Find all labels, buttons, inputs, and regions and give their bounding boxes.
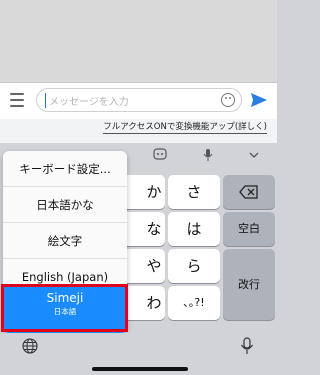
backspace-icon (239, 185, 258, 199)
message-placeholder: メッセージを入力 (49, 97, 129, 108)
space-key[interactable]: 空白 (223, 212, 275, 246)
collapse-keyboard-icon[interactable] (246, 148, 262, 164)
menu-item-keyboard-settings[interactable]: キーボード設定... (3, 151, 127, 187)
key-ra[interactable]: ら (168, 249, 220, 283)
emoji-icon[interactable] (221, 93, 235, 107)
key-sa-label: さ (186, 183, 202, 201)
text-caret (45, 93, 46, 108)
home-indicator[interactable] (92, 367, 188, 371)
menu-icon[interactable] (10, 93, 24, 107)
menu-item-emoji[interactable]: 絵文字 (3, 223, 127, 259)
key-ra-label: ら (186, 257, 202, 275)
backspace-key[interactable] (223, 175, 275, 209)
menu-item-label: 日本語かな (36, 198, 94, 212)
key-punctuation-label: ､｡?! (183, 296, 205, 309)
full-access-link[interactable]: フルアクセスONで変換機能アップ(詳しく) (103, 122, 267, 134)
enter-key-label: 改行 (238, 278, 260, 291)
face-icon[interactable] (152, 148, 168, 164)
globe-icon[interactable] (22, 338, 38, 354)
menu-item-label: English (Japan) (21, 270, 109, 284)
microphone-icon[interactable] (200, 148, 216, 164)
menu-item-label: キーボード設定... (19, 162, 111, 176)
key-sa[interactable]: さ (168, 175, 220, 209)
dictation-mic-icon[interactable] (240, 337, 254, 355)
key-ha[interactable]: は (168, 212, 220, 246)
app-content-area (0, 0, 277, 83)
key-punctuation[interactable]: ､｡?! (168, 286, 220, 320)
key-ha-label: は (186, 220, 202, 238)
message-input[interactable]: メッセージを入力 (36, 88, 242, 112)
send-icon[interactable] (250, 92, 268, 108)
enter-key[interactable]: 改行 (223, 249, 275, 320)
menu-item-label: 絵文字 (47, 234, 83, 248)
space-key-label: 空白 (238, 222, 260, 235)
menu-item-japanese-kana[interactable]: 日本語かな (3, 187, 127, 223)
highlight-box (1, 284, 128, 332)
